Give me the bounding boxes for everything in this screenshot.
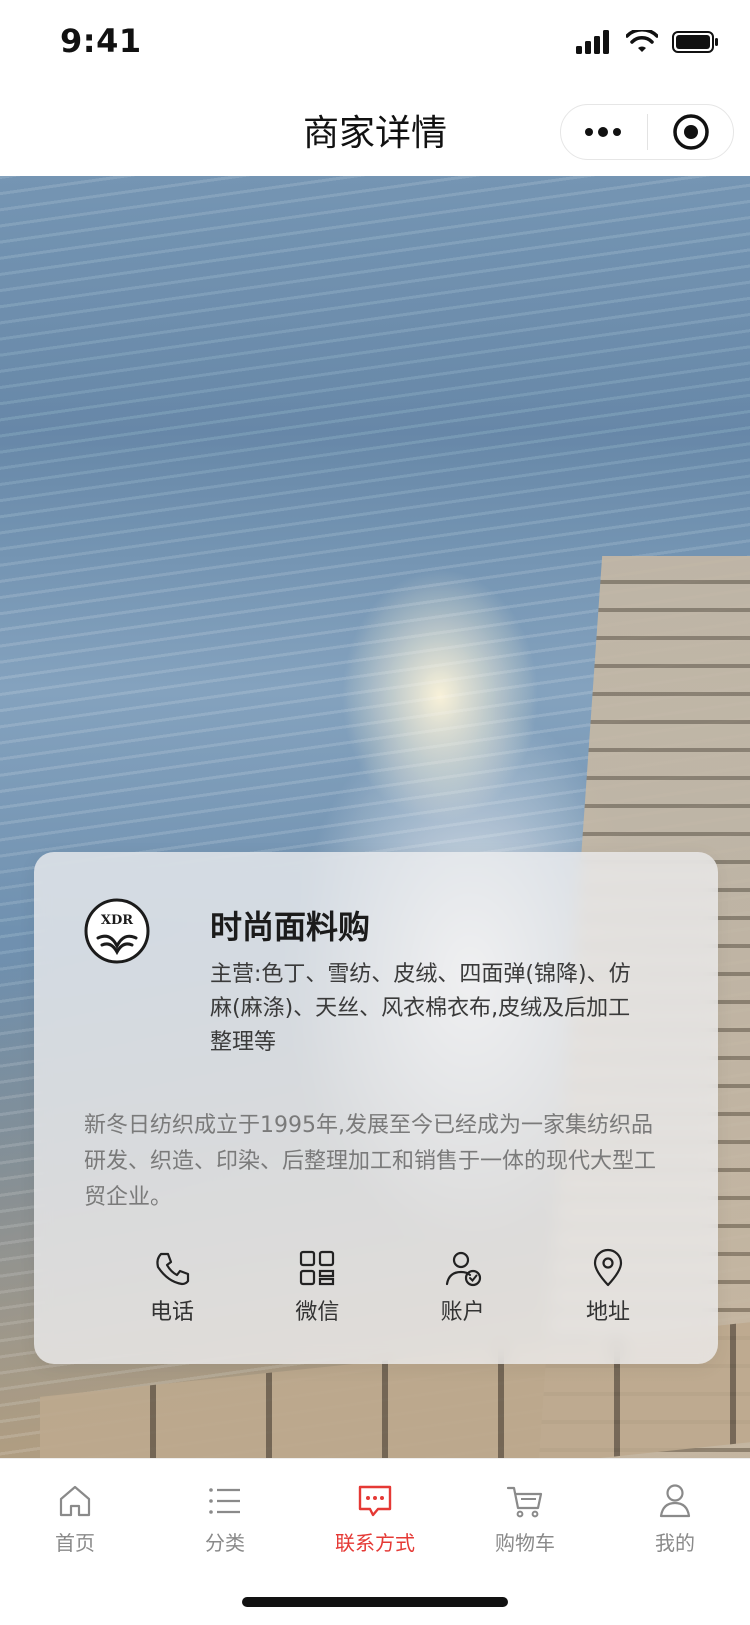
action-phone[interactable]: 电话	[130, 1248, 214, 1326]
tab-contact-label: 联系方式	[335, 1531, 415, 1555]
close-miniprogram-icon[interactable]	[671, 112, 711, 152]
home-indicator	[242, 1597, 508, 1607]
action-wechat[interactable]: 微信	[275, 1248, 359, 1326]
action-wechat-label: 微信	[295, 1300, 340, 1325]
status-time: 9:41	[60, 22, 142, 60]
home-icon	[59, 1485, 91, 1517]
status-icons	[576, 30, 720, 54]
tab-home[interactable]: 首页	[15, 1481, 135, 1556]
tab-cart[interactable]: 购物车	[465, 1481, 585, 1556]
account-icon	[445, 1251, 481, 1287]
phone-icon	[156, 1252, 190, 1286]
navigation-bar: 商家详情	[0, 88, 750, 177]
action-account-label: 账户	[440, 1300, 485, 1325]
logo-text: XDR	[101, 913, 133, 928]
merchant-description: 新冬日纺织成立于1995年,发展至今已经成为一家集纺织品研发、织造、印染、后整理…	[84, 1113, 657, 1210]
tab-mine[interactable]: 我的	[615, 1481, 735, 1556]
tab-mine-label: 我的	[655, 1531, 695, 1555]
mini-program-capsule	[560, 104, 734, 160]
contact-actions: 电话 微信 账户 地址	[130, 1248, 650, 1326]
merchant-name: 时尚面料购	[210, 908, 371, 946]
merchant-main-business: 主营:色丁、雪纺、皮绒、四面弹(锦降)、仿麻(麻涤)、天丝、风衣棉衣布,皮绒及后…	[210, 962, 631, 1055]
chat-icon	[358, 1485, 392, 1517]
tab-category[interactable]: 分类	[165, 1481, 285, 1556]
qrcode-icon	[300, 1250, 335, 1286]
bottom-tab-bar: 首页 分类 联系方式 购物车 我的	[0, 1458, 750, 1625]
tab-cart-label: 购物车	[495, 1531, 555, 1555]
capsule-divider	[646, 114, 648, 150]
more-icon[interactable]	[583, 124, 623, 140]
status-bar: 9:41	[0, 0, 750, 88]
cart-icon	[506, 1486, 543, 1518]
battery-icon	[672, 31, 718, 53]
merchant-card: XDR 时尚面料购 主营:色丁、雪纺、皮绒、四面弹(锦降)、仿麻(麻涤)、天丝、…	[34, 852, 718, 1364]
user-icon	[659, 1484, 691, 1518]
action-account[interactable]: 账户	[421, 1248, 505, 1326]
tab-list: 首页 分类 联系方式 购物车 我的	[0, 1481, 750, 1556]
action-phone-label: 电话	[149, 1300, 194, 1325]
action-address[interactable]: 地址	[566, 1248, 650, 1326]
action-address-label: 地址	[585, 1300, 630, 1325]
tab-category-label: 分类	[205, 1531, 245, 1555]
location-icon	[593, 1248, 623, 1287]
tab-home-label: 首页	[55, 1531, 95, 1555]
merchant-logo: XDR	[84, 898, 150, 964]
wifi-icon	[626, 30, 658, 52]
tab-contact[interactable]: 联系方式	[315, 1481, 435, 1556]
list-icon	[209, 1488, 240, 1514]
signal-icon	[576, 30, 609, 54]
